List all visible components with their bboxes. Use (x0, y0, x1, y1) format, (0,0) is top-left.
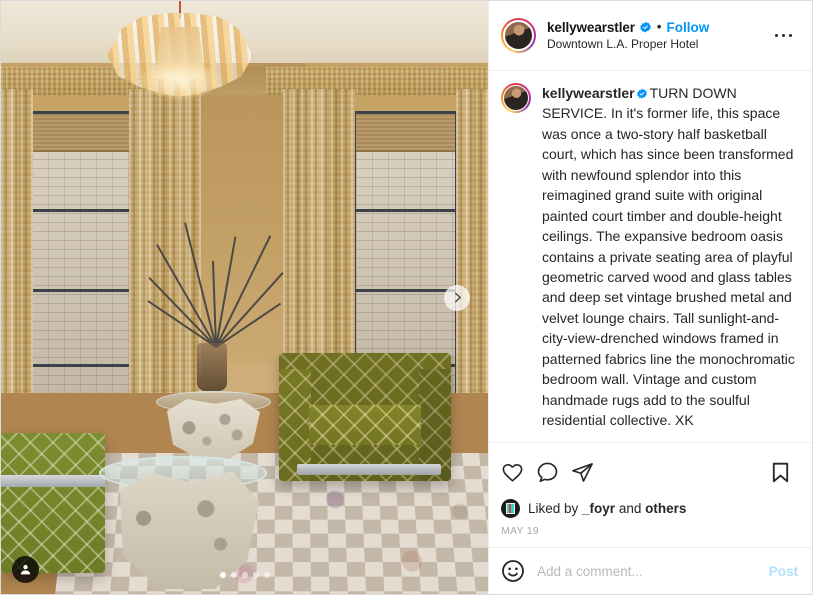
caption-block: kellywearstler TURN DOWN SERVICE. In it's… (501, 83, 798, 430)
comment-bubble-icon (537, 462, 558, 483)
brick-view-left (32, 114, 131, 403)
caption-username[interactable]: kellywearstler (542, 85, 635, 101)
caption-area: kellywearstler TURN DOWN SERVICE. In it's… (489, 71, 812, 442)
header-username[interactable]: kellywearstler (547, 19, 635, 36)
post-header: kellywearstler • Follow Downtown L.A. Pr… (489, 1, 812, 71)
bookmark-icon (772, 462, 789, 483)
chandelier (107, 13, 253, 101)
branch-arrangement (147, 197, 284, 348)
like-button[interactable] (501, 455, 530, 490)
post-photo (1, 1, 488, 594)
heart-icon (502, 464, 523, 482)
save-button[interactable] (763, 455, 798, 490)
follow-button[interactable]: Follow (666, 19, 709, 36)
post-location[interactable]: Downtown L.A. Proper Hotel (547, 37, 758, 52)
post-actions-section: Liked by _foyr and others MAY 19 (489, 442, 812, 547)
add-comment-bar: Post (489, 547, 812, 594)
share-button[interactable] (565, 455, 600, 490)
caption-text-wrap: kellywearstler TURN DOWN SERVICE. In it's… (542, 83, 798, 430)
more-options-button[interactable] (769, 30, 799, 42)
emoji-smiley-icon[interactable] (501, 559, 525, 583)
liked-by-row[interactable]: Liked by _foyr and others (501, 492, 798, 520)
comment-input[interactable] (537, 563, 757, 579)
liked-by-prefix: Liked by (528, 501, 583, 516)
verified-badge-icon (636, 88, 647, 99)
liked-by-text: Liked by _foyr and others (528, 501, 686, 516)
carousel-dot[interactable] (219, 572, 226, 578)
window-shade-left (32, 114, 131, 152)
carousel-dot[interactable] (263, 572, 270, 578)
glass-vase (197, 343, 227, 391)
post-media[interactable] (1, 1, 488, 594)
next-slide-button[interactable] (444, 284, 470, 311)
caption-body: TURN DOWN SERVICE. In it's former life, … (542, 85, 795, 428)
liked-by-others[interactable]: others (645, 501, 686, 516)
carousel-dot[interactable] (230, 572, 237, 578)
chevron-right-icon (454, 292, 461, 303)
carousel-indicator (1, 572, 488, 578)
armchair-left (1, 433, 105, 573)
armchair-right (279, 353, 451, 481)
post-actions (501, 451, 798, 492)
tagged-people-button[interactable] (12, 556, 39, 583)
window-shade-right (356, 114, 455, 152)
window-left (29, 111, 134, 406)
comment-button[interactable] (530, 455, 565, 490)
liker-avatar (501, 499, 520, 518)
liked-by-user[interactable]: _foyr (582, 501, 615, 516)
post-timestamp: MAY 19 (501, 525, 539, 537)
header-separator: • (656, 19, 662, 34)
avatar[interactable] (501, 18, 536, 53)
share-paper-plane-icon (572, 463, 593, 482)
post-comment-button[interactable]: Post (769, 564, 798, 579)
carousel-dot[interactable] (252, 572, 259, 578)
verified-badge-icon (640, 21, 651, 33)
liked-by-middle: and (615, 501, 646, 516)
post-sidebar: kellywearstler • Follow Downtown L.A. Pr… (488, 1, 812, 594)
header-text: kellywearstler • Follow Downtown L.A. Pr… (547, 19, 758, 53)
caption-avatar[interactable] (501, 83, 531, 113)
instagram-post: kellywearstler • Follow Downtown L.A. Pr… (0, 0, 813, 595)
carousel-dot[interactable] (241, 572, 248, 578)
